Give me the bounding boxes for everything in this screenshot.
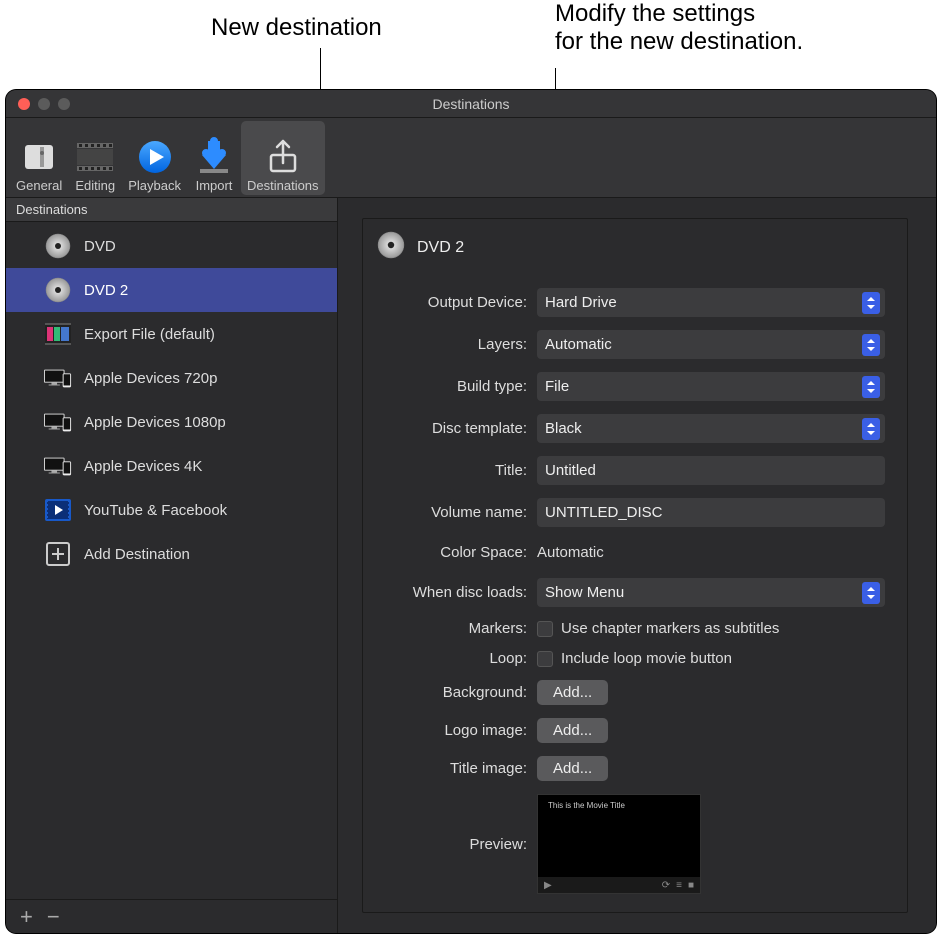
logo-add-button[interactable]: Add... [537, 718, 608, 743]
sidebar-footer: + − [6, 899, 337, 933]
logo-image-label: Logo image: [377, 722, 537, 739]
tab-editing[interactable]: Editing [68, 121, 122, 195]
detail-title: DVD 2 [417, 239, 464, 257]
tab-playback-label: Playback [128, 178, 181, 193]
preview-label: Preview: [377, 836, 537, 853]
export-file-icon [44, 320, 72, 348]
markers-checkbox[interactable] [537, 621, 553, 637]
sidebar-item-dvd-2[interactable]: DVD 2 [6, 268, 337, 312]
callout-left: New destination [211, 14, 382, 42]
apple-devices-icon [44, 364, 72, 392]
sidebar-item-label: YouTube & Facebook [84, 502, 227, 519]
sidebar-title: Destinations [6, 198, 337, 222]
title-input[interactable] [537, 456, 885, 485]
sidebar-item-label: Apple Devices 720p [84, 370, 217, 387]
playback-icon [134, 136, 176, 178]
preview-title-text: This is the Movie Title [548, 801, 625, 810]
sidebar-item-label: Apple Devices 4K [84, 458, 202, 475]
when-disc-loads-label: When disc loads: [377, 584, 537, 601]
add-destination-button[interactable]: + [20, 906, 33, 928]
destinations-list: DVD DVD 2 Export File (default) [6, 222, 337, 899]
sidebar-item-label: Apple Devices 1080p [84, 414, 226, 431]
build-type-label: Build type: [377, 378, 537, 395]
destinations-icon [262, 136, 304, 178]
title-image-add-button[interactable]: Add... [537, 756, 608, 781]
chevron-up-down-icon [862, 376, 880, 398]
menu-icon: ≡ [676, 880, 682, 891]
preview-thumbnail: This is the Movie Title ▶ ⟳ ≡ ■ [537, 794, 701, 894]
sidebar-item-label: DVD 2 [84, 282, 128, 299]
volume-name-input[interactable] [537, 498, 885, 527]
tab-general-label: General [16, 178, 62, 193]
title-image-label: Title image: [377, 760, 537, 777]
tab-import[interactable]: Import [187, 121, 241, 195]
preferences-toolbar: General Editing Playback Import Destinat… [6, 118, 936, 198]
sidebar-item-export-file[interactable]: Export File (default) [6, 312, 337, 356]
chevron-up-down-icon [862, 418, 880, 440]
detail-header: DVD 2 [377, 231, 885, 264]
chevron-up-down-icon [862, 292, 880, 314]
output-device-label: Output Device: [377, 294, 537, 311]
background-add-button[interactable]: Add... [537, 680, 608, 705]
sidebar-item-label: Add Destination [84, 546, 190, 563]
disc-icon [44, 232, 72, 260]
destinations-sidebar: Destinations DVD DVD 2 [6, 198, 338, 933]
markers-checkbox-text: Use chapter markers as subtitles [561, 620, 779, 637]
chevron-up-down-icon [862, 582, 880, 604]
titlebar: Destinations [6, 90, 936, 118]
chevron-up-down-icon [862, 334, 880, 356]
color-space-label: Color Space: [377, 544, 537, 561]
plus-square-icon [44, 540, 72, 568]
sidebar-item-apple-720p[interactable]: Apple Devices 720p [6, 356, 337, 400]
general-icon [18, 136, 60, 178]
output-device-select[interactable]: Hard Drive [537, 288, 885, 317]
sidebar-item-apple-1080p[interactable]: Apple Devices 1080p [6, 400, 337, 444]
tab-editing-label: Editing [75, 178, 115, 193]
color-space-value: Automatic [537, 540, 885, 565]
import-icon [193, 136, 235, 178]
video-share-icon [44, 496, 72, 524]
sidebar-item-apple-4k[interactable]: Apple Devices 4K [6, 444, 337, 488]
background-label: Background: [377, 684, 537, 701]
preferences-window: Destinations General Editing Playback I [6, 90, 936, 933]
sidebar-item-youtube-facebook[interactable]: YouTube & Facebook [6, 488, 337, 532]
volume-name-label: Volume name: [377, 504, 537, 521]
disc-icon [377, 231, 405, 264]
title-label: Title: [377, 462, 537, 479]
loop-checkbox-text: Include loop movie button [561, 650, 732, 667]
loop-icon: ⟳ [662, 880, 670, 891]
apple-devices-icon [44, 452, 72, 480]
markers-label: Markers: [377, 620, 537, 637]
preview-playbar: ▶ ⟳ ≡ ■ [538, 877, 700, 893]
disc-template-select[interactable]: Black [537, 414, 885, 443]
window-title: Destinations [6, 96, 936, 112]
apple-devices-icon [44, 408, 72, 436]
tab-destinations[interactable]: Destinations [241, 121, 325, 195]
tab-import-label: Import [196, 178, 233, 193]
sidebar-item-label: DVD [84, 238, 116, 255]
play-icon: ▶ [544, 880, 552, 891]
tab-general[interactable]: General [10, 121, 68, 195]
loop-checkbox[interactable] [537, 651, 553, 667]
sidebar-item-add-destination[interactable]: Add Destination [6, 532, 337, 576]
tab-destinations-label: Destinations [247, 178, 319, 193]
detail-panel: DVD 2 Output Device: Hard Drive Layers: [338, 198, 936, 933]
remove-destination-button[interactable]: − [47, 906, 60, 928]
layers-select[interactable]: Automatic [537, 330, 885, 359]
tab-playback[interactable]: Playback [122, 121, 187, 195]
disc-template-label: Disc template: [377, 420, 537, 437]
callout-right: Modify the settings for the new destinat… [555, 0, 803, 56]
when-disc-loads-select[interactable]: Show Menu [537, 578, 885, 607]
stop-icon: ■ [688, 880, 694, 891]
sidebar-item-label: Export File (default) [84, 326, 215, 343]
editing-icon [74, 136, 116, 178]
disc-icon [44, 276, 72, 304]
build-type-select[interactable]: File [537, 372, 885, 401]
loop-label: Loop: [377, 650, 537, 667]
layers-label: Layers: [377, 336, 537, 353]
sidebar-item-dvd[interactable]: DVD [6, 224, 337, 268]
